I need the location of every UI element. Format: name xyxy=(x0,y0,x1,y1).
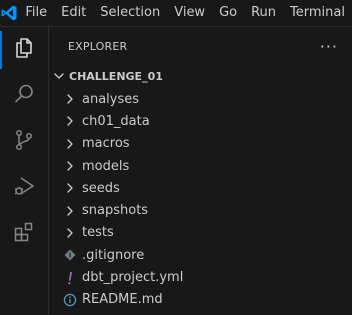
yaml-icon xyxy=(62,270,78,286)
chevron-right-icon xyxy=(62,180,78,196)
files-icon xyxy=(12,36,36,64)
root-folder-label: CHALLENGE_01 xyxy=(69,69,163,83)
menu-go[interactable]: Go xyxy=(212,0,244,26)
menu-terminal[interactable]: Terminal xyxy=(283,0,352,26)
explorer-title: EXPLORER xyxy=(68,39,128,53)
chevron-right-icon xyxy=(62,136,78,152)
activity-explorer[interactable] xyxy=(0,27,48,73)
file-item-dbt-project[interactable]: dbt_project.yml xyxy=(49,266,352,288)
menu-view[interactable]: View xyxy=(167,0,212,26)
folder-label: models xyxy=(82,158,130,174)
run-debug-icon xyxy=(12,174,36,202)
source-control-icon xyxy=(12,128,36,156)
activity-bar xyxy=(0,27,49,315)
folder-item-macros[interactable]: macros xyxy=(49,133,352,155)
chevron-right-icon xyxy=(62,113,78,129)
file-item-readme[interactable]: README.md xyxy=(49,289,352,311)
vscode-logo-icon xyxy=(0,0,18,26)
folder-item-analyses[interactable]: analyses xyxy=(49,88,352,110)
file-label: .gitignore xyxy=(82,247,145,263)
folder-label: analyses xyxy=(82,91,140,107)
info-icon xyxy=(62,292,78,308)
file-label: dbt_project.yml xyxy=(82,270,184,286)
menu-run[interactable]: Run xyxy=(244,0,283,26)
file-item-gitignore[interactable]: .gitignore xyxy=(49,244,352,266)
search-icon xyxy=(12,82,36,110)
chevron-down-icon xyxy=(51,68,67,84)
chevron-right-icon xyxy=(62,158,78,174)
file-tree: analyses ch01_data macros models seeds s… xyxy=(49,88,352,311)
folder-item-models[interactable]: models xyxy=(49,155,352,177)
folder-item-snapshots[interactable]: snapshots xyxy=(49,199,352,221)
explorer-sidebar: EXPLORER ··· CHALLENGE_01 analyses ch01_… xyxy=(49,27,352,315)
more-actions-icon[interactable]: ··· xyxy=(320,37,338,56)
folder-label: macros xyxy=(82,136,130,152)
explorer-root-folder[interactable]: CHALLENGE_01 xyxy=(49,65,352,87)
extensions-icon xyxy=(12,220,36,248)
folder-item-seeds[interactable]: seeds xyxy=(49,177,352,199)
chevron-right-icon xyxy=(62,203,78,219)
folder-label: seeds xyxy=(82,180,120,196)
folder-item-ch01-data[interactable]: ch01_data xyxy=(49,110,352,132)
folder-label: ch01_data xyxy=(82,113,150,129)
folder-item-tests[interactable]: tests xyxy=(49,222,352,244)
file-label: README.md xyxy=(82,292,163,308)
menu-file[interactable]: File xyxy=(18,0,54,26)
folder-label: tests xyxy=(82,225,114,241)
activity-search[interactable] xyxy=(0,73,48,119)
activity-extensions[interactable] xyxy=(0,211,48,257)
chevron-right-icon xyxy=(62,91,78,107)
activity-source-control[interactable] xyxy=(0,119,48,165)
menu-selection[interactable]: Selection xyxy=(93,0,167,26)
menu-bar: File Edit Selection View Go Run Terminal xyxy=(0,0,352,27)
gitignore-icon xyxy=(62,247,78,263)
explorer-header: EXPLORER ··· xyxy=(49,27,352,65)
folder-label: snapshots xyxy=(82,203,149,219)
menu-edit[interactable]: Edit xyxy=(54,0,93,26)
activity-run-debug[interactable] xyxy=(0,165,48,211)
chevron-right-icon xyxy=(62,225,78,241)
